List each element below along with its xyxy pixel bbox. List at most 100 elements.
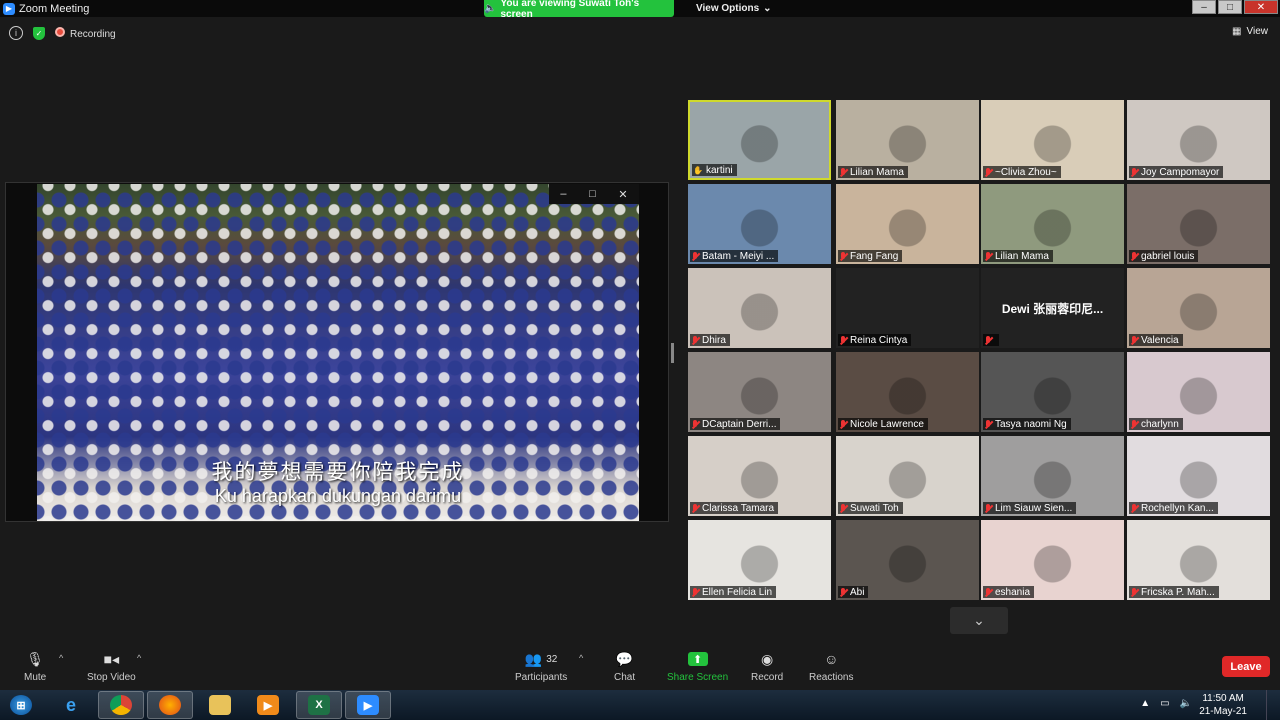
participant-tile[interactable]: Nicole Lawrence	[836, 352, 979, 432]
clock-time: 11:50 AM	[1202, 693, 1244, 704]
taskbar-explorer[interactable]	[197, 691, 243, 719]
mute-label: Mute	[24, 672, 47, 683]
participant-name: Fricska P. Mah...	[1141, 586, 1215, 598]
participant-name: gabriel louis	[1141, 250, 1195, 262]
mic-muted-icon	[839, 251, 847, 261]
show-desktop-button[interactable]	[1266, 690, 1280, 720]
participant-tile[interactable]: Joy Campomayor	[1127, 100, 1270, 180]
participant-tile[interactable]: Suwati Toh	[836, 436, 979, 516]
participant-display-name: Dewi 张丽蓉印尼...	[1001, 301, 1104, 316]
view-options-menu[interactable]: View Options ⌄	[684, 0, 784, 17]
shared-screen: – □ ✕ 我的夢想需要你陪我完成 Ku harapkan dukungan d…	[5, 182, 669, 522]
participants-caret[interactable]: ^	[579, 653, 583, 663]
taskbar-chrome[interactable]	[98, 691, 144, 719]
participant-tile[interactable]: Lilian Mama	[836, 100, 979, 180]
taskbar-ie[interactable]: e	[48, 691, 94, 719]
participant-name-tag: gabriel louis	[1129, 250, 1199, 262]
taskbar-firefox[interactable]	[147, 691, 193, 719]
shield-icon[interactable]: ✓	[33, 26, 45, 40]
participant-name-tag: Clarissa Tamara	[690, 502, 779, 514]
participant-name: Tasya naomi Ng	[995, 418, 1067, 430]
tray-expand-icon[interactable]: ▲	[1140, 698, 1150, 709]
chat-button[interactable]: 💬 Chat	[614, 650, 635, 684]
taskbar-media[interactable]: ▶	[245, 691, 291, 719]
minimize-button[interactable]: –	[1192, 0, 1216, 14]
mic-muted-icon	[691, 251, 699, 261]
close-button[interactable]: ✕	[1244, 0, 1278, 14]
participant-name: Joy Campomayor	[1141, 166, 1220, 178]
participant-name: Suwati Toh	[850, 502, 899, 514]
participant-tile[interactable]: Abi	[836, 520, 979, 600]
participant-tile[interactable]: charlynn	[1127, 352, 1270, 432]
mic-muted-icon	[984, 503, 992, 513]
taskbar-zoom[interactable]: ▶	[345, 691, 391, 719]
volume-icon[interactable]: 🔈	[1180, 698, 1192, 709]
participant-name: Reina Cintya	[850, 334, 908, 346]
participant-tile[interactable]: Fricska P. Mah...	[1127, 520, 1270, 600]
stop-video-button[interactable]: ■◂ Stop Video	[87, 650, 136, 684]
maximize-button[interactable]: □	[1218, 0, 1242, 14]
chevron-down-icon: ⌄	[973, 612, 985, 628]
participant-name-tag: Batam - Meiyi ...	[690, 250, 779, 262]
participant-name-tag: Abi	[838, 586, 869, 598]
participant-name: kartini	[705, 164, 733, 176]
next-page-button[interactable]: ⌄	[950, 607, 1008, 634]
participant-tile[interactable]: ✋ kartini	[688, 100, 831, 180]
window-title: Zoom Meeting	[19, 2, 90, 15]
participant-tile[interactable]: DCaptain Derri...	[688, 352, 831, 432]
viewing-banner-text: You are viewing Suwati Toh's screen	[500, 0, 640, 20]
participant-name: Rochellyn Kan...	[1141, 502, 1214, 514]
participant-tile[interactable]: Valencia	[1127, 268, 1270, 348]
participant-tile[interactable]: Tasya naomi Ng	[981, 352, 1124, 432]
participant-tile[interactable]: Reina Cintya	[836, 268, 979, 348]
participant-name: ~Clivia Zhou~	[995, 166, 1057, 178]
start-button[interactable]: ⊞	[0, 691, 42, 719]
participant-name-tag: ~Clivia Zhou~	[983, 166, 1061, 178]
participant-tile[interactable]: Clarissa Tamara	[688, 436, 831, 516]
mic-muted-icon	[691, 335, 699, 345]
mic-muted-icon	[839, 167, 847, 177]
reactions-button[interactable]: ☺ Reactions	[809, 650, 853, 683]
mic-muted-icon	[984, 587, 992, 597]
participant-tile[interactable]: Fang Fang	[836, 184, 979, 264]
participants-label: Participants	[515, 672, 568, 683]
view-button[interactable]: ▦ View	[1232, 26, 1268, 37]
participant-tile[interactable]: eshania	[981, 520, 1124, 600]
participant-tile[interactable]: Dewi 张丽蓉印尼...	[981, 268, 1124, 348]
audio-options-caret[interactable]: ^	[59, 653, 63, 663]
participant-name-tag: Lilian Mama	[838, 166, 908, 178]
participant-tile[interactable]: Ellen Felicia Lin	[688, 520, 831, 600]
participant-tile[interactable]: ~Clivia Zhou~	[981, 100, 1124, 180]
record-button[interactable]: ◉ Record	[751, 650, 783, 684]
pin-icon: ✋	[693, 165, 703, 175]
taskbar-clock[interactable]: 11:50 AM 21-May-21	[1199, 692, 1247, 718]
leave-button[interactable]: Leave	[1222, 656, 1270, 677]
participant-name-tag: Lilian Mama	[983, 250, 1053, 262]
meeting-toolbar: 🎙 Mute ^ ■◂ Stop Video ^ 👥 32 Participan…	[0, 645, 1280, 690]
shared-maximize-icon: □	[589, 188, 596, 200]
recording-indicator[interactable]: Recording	[55, 26, 116, 40]
video-options-caret[interactable]: ^	[137, 653, 141, 663]
participant-tile[interactable]: Batam - Meiyi ...	[688, 184, 831, 264]
mic-muted-icon	[984, 335, 992, 345]
share-screen-button[interactable]: ⬆ Share Screen	[667, 650, 728, 683]
participant-tile[interactable]: Dhira	[688, 268, 831, 348]
split-drag-handle[interactable]	[671, 343, 674, 363]
participant-tile[interactable]: Lim Siauw Sien...	[981, 436, 1124, 516]
participant-name: DCaptain Derri...	[702, 418, 777, 430]
taskbar-excel[interactable]: X	[296, 691, 342, 719]
system-tray: ▲ ▭ 🔈	[1140, 698, 1192, 709]
participant-name-tag: ✋ kartini	[692, 164, 737, 176]
info-icon[interactable]: i	[9, 26, 23, 40]
participant-name-tag: Nicole Lawrence	[838, 418, 928, 430]
participant-name: Lim Siauw Sien...	[995, 502, 1073, 514]
participant-tile[interactable]: Lilian Mama	[981, 184, 1124, 264]
mute-button[interactable]: 🎙 Mute	[24, 650, 47, 684]
participant-tile[interactable]: Rochellyn Kan...	[1127, 436, 1270, 516]
mic-muted-icon	[1130, 167, 1138, 177]
participants-button[interactable]: 👥 32 Participants	[515, 650, 568, 684]
network-icon[interactable]: ▭	[1160, 698, 1169, 709]
meeting-info-bar: i ✓ Recording	[0, 24, 116, 42]
participants-icon: 👥 32	[524, 650, 558, 667]
participant-tile[interactable]: gabriel louis	[1127, 184, 1270, 264]
